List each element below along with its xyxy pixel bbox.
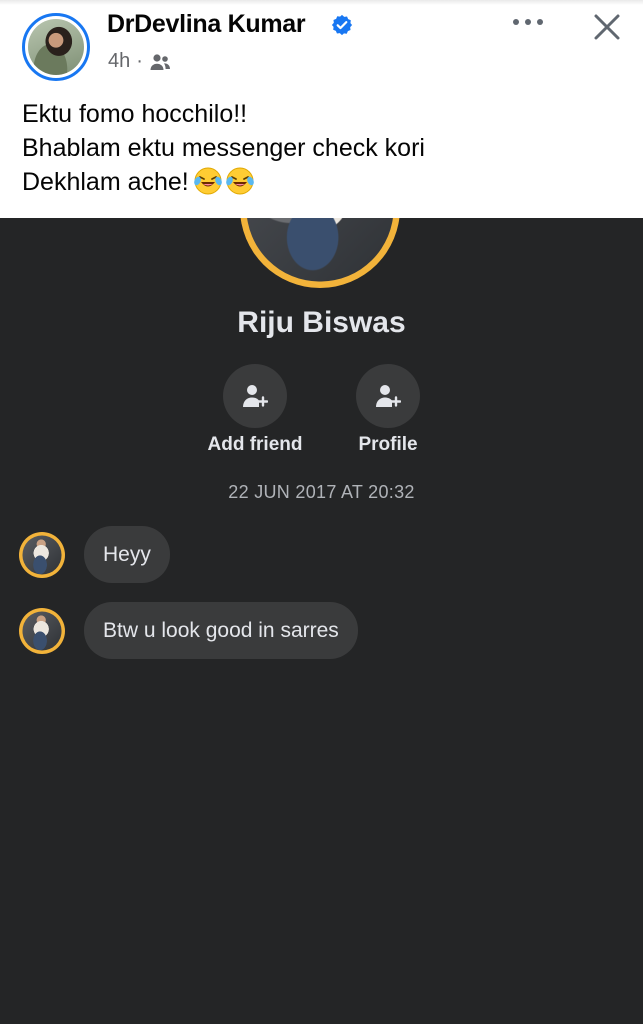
post-meta: 4h · bbox=[108, 50, 171, 73]
laughing-crying-emoji-icon bbox=[193, 167, 222, 195]
meta-separator: · bbox=[136, 50, 143, 72]
add-friend-label: Add friend bbox=[207, 434, 303, 455]
laughing-crying-emoji-icon bbox=[225, 167, 254, 195]
conversation-timestamp: 22 JUN 2017 AT 20:32 bbox=[228, 482, 415, 502]
verified-badge-icon bbox=[331, 14, 353, 36]
contact-photo-image bbox=[246, 218, 394, 282]
top-edge bbox=[0, 0, 643, 5]
friends-icon bbox=[150, 53, 170, 70]
post-time[interactable]: 4h bbox=[108, 50, 130, 73]
post-header: DrDevlina Kumar 4h · Ektu fomo hocchilo! bbox=[0, 0, 643, 218]
message-bubble[interactable]: Btw u look good in sarres bbox=[84, 602, 358, 659]
more-options-icon[interactable] bbox=[508, 10, 548, 34]
message-row: Btw u look good in sarres bbox=[19, 602, 358, 659]
post-text-line: Bhablam ektu messenger check kori bbox=[22, 134, 425, 162]
messenger-screenshot: Riju Biswas Add friend Profile 22 JUN 20… bbox=[0, 218, 643, 1024]
screenshot: DrDevlina Kumar 4h · Ektu fomo hocchilo! bbox=[0, 0, 643, 1024]
close-icon[interactable] bbox=[592, 12, 622, 42]
post-text-line-text: Dekhlam ache! bbox=[22, 168, 189, 196]
sender-photo bbox=[22, 610, 62, 651]
contact-name: Riju Biswas bbox=[237, 306, 406, 339]
emoji-group bbox=[193, 166, 255, 196]
add-person-icon bbox=[376, 385, 401, 407]
sender-photo bbox=[22, 534, 62, 575]
author-name[interactable]: DrDevlina Kumar bbox=[107, 10, 306, 39]
add-person-icon bbox=[243, 385, 268, 407]
profile-circle[interactable] bbox=[356, 364, 420, 428]
profile-label: Profile bbox=[358, 434, 418, 455]
contact-profile-photo bbox=[240, 218, 400, 288]
post-text-line: Ektu fomo hocchilo!! bbox=[22, 100, 248, 128]
message-bubble[interactable]: Heyy bbox=[84, 526, 170, 583]
add-friend-button[interactable]: Add friend bbox=[190, 364, 320, 456]
message-row: Heyy bbox=[19, 526, 170, 583]
profile-button[interactable]: Profile bbox=[323, 364, 453, 456]
author-photo bbox=[28, 19, 84, 75]
post-text: Ektu fomo hocchilo!! Bhablam ektu messen… bbox=[22, 97, 425, 199]
author-avatar[interactable] bbox=[22, 13, 90, 81]
add-friend-circle[interactable] bbox=[223, 364, 287, 428]
sender-avatar[interactable] bbox=[19, 607, 65, 654]
sender-avatar[interactable] bbox=[19, 531, 65, 578]
post-text-line: Dekhlam ache! bbox=[22, 165, 425, 199]
